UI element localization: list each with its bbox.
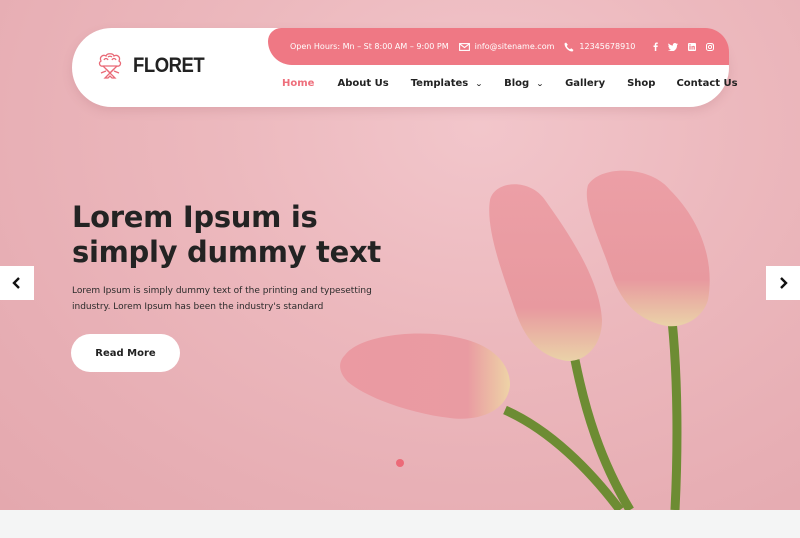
nav-item-home[interactable]: Home: [282, 78, 314, 89]
page-section-below: [0, 510, 800, 538]
nav-item-gallery[interactable]: Gallery: [565, 78, 605, 89]
read-more-button[interactable]: Read More: [71, 334, 180, 372]
hero-headline: Lorem Ipsum is simply dummy text: [72, 200, 381, 269]
nav-label: Templates: [410, 78, 469, 89]
nav-item-contact-us[interactable]: Contact Us: [676, 78, 737, 89]
instagram-icon[interactable]: [706, 42, 715, 51]
prev-slide-button[interactable]: [0, 266, 34, 300]
open-hours: Open Hours: Mn – St 8:00 AM – 9:00 PM: [290, 42, 449, 51]
nav-label: About Us: [337, 78, 389, 89]
nav-label: Home: [282, 78, 315, 89]
chevron-right-icon: [780, 277, 788, 289]
nav-item-templates[interactable]: Templates ⌄: [410, 78, 483, 89]
email-link[interactable]: info@sitename.com: [458, 42, 555, 51]
twitter-icon[interactable]: [668, 42, 679, 51]
nav-label: Shop: [627, 78, 656, 89]
phone-icon: [564, 42, 574, 51]
site-logo[interactable]: FLORET: [95, 51, 214, 81]
chevron-down-icon: ⌄: [475, 79, 483, 88]
brand-name: FLORET: [133, 54, 205, 77]
nav-label: Contact Us: [676, 78, 738, 89]
hero-subtext: Lorem Ipsum is simply dummy text of the …: [72, 286, 372, 312]
linkedin-icon[interactable]: [688, 42, 697, 51]
nav-item-blog[interactable]: Blog ⌄: [504, 78, 544, 89]
phone-link[interactable]: 12345678910: [564, 42, 635, 52]
slider-dot-active[interactable]: [396, 459, 404, 467]
nav-label: Gallery: [565, 78, 606, 89]
nav-item-shop[interactable]: Shop: [627, 78, 655, 89]
nav-item-about-us[interactable]: About Us: [337, 78, 388, 89]
email-text: info@sitename.com: [474, 42, 555, 51]
facebook-icon[interactable]: [653, 42, 659, 51]
chevron-down-icon: ⌄: [536, 79, 544, 88]
social-links: [653, 42, 715, 51]
next-slide-button[interactable]: [766, 266, 800, 300]
flower-bouquet-icon: [98, 53, 122, 79]
nav-label: Blog: [504, 78, 530, 89]
chevron-left-icon: [12, 277, 20, 289]
phone-text: 12345678910: [579, 42, 636, 51]
mail-icon: [458, 42, 470, 51]
header-topbar: Open Hours: Mn – St 8:00 AM – 9:00 PM in…: [268, 28, 729, 65]
main-nav: Home About Us Templates ⌄ Blog ⌄ Gallery S…: [282, 78, 738, 89]
